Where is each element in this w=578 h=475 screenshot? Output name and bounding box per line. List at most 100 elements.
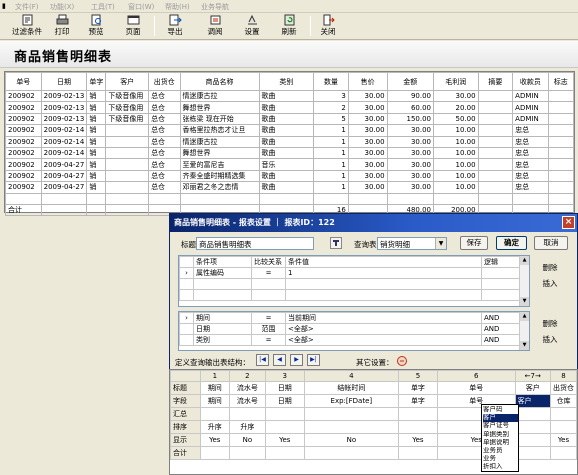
table-row[interactable]: 200902 2009-02-13 销下级音像用 总仓 张栋梁 现在开始 歌曲 5 30.00… — [5, 112, 575, 126]
menu-tools[interactable]: 工具(T) — [91, 2, 115, 12]
structure-cell[interactable]: 单号 — [437, 381, 516, 395]
column-header[interactable]: 金额 — [386, 72, 434, 91]
filter-button[interactable]: 过滤条件 — [10, 14, 44, 39]
delete-button[interactable]: 删除 — [536, 262, 564, 276]
table-row[interactable]: 200902 2009-02-13 销下级音像用 总仓 舞想世界 歌曲 2 30.00 60.0… — [5, 101, 575, 114]
structure-cell[interactable] — [549, 407, 577, 421]
structure-cell[interactable] — [514, 420, 551, 434]
structure-cell[interactable] — [303, 420, 399, 434]
structure-cell[interactable] — [549, 446, 577, 460]
structure-cell[interactable]: 升序 — [229, 420, 266, 434]
customer-field-select[interactable]: 客户 — [514, 394, 551, 408]
structure-cell[interactable]: 客户 — [514, 381, 551, 395]
ok-button[interactable]: 确定 — [496, 236, 527, 250]
first-record-button[interactable]: |◀ — [256, 354, 269, 366]
structure-cell[interactable]: 期间 — [199, 381, 231, 395]
align-button[interactable]: 调阅 — [203, 14, 227, 39]
menu-business-nav[interactable]: 业务导航 — [201, 2, 229, 12]
structure-cell[interactable] — [397, 420, 439, 434]
structure-cell[interactable] — [264, 446, 305, 460]
insert-button[interactable]: 插入 — [536, 278, 564, 292]
scrollbar[interactable]: ▲ ▼ — [519, 256, 529, 306]
column-header[interactable]: 摘要 — [477, 72, 514, 91]
menu-window[interactable]: 窗口(W) — [128, 2, 154, 12]
next-record-button[interactable]: ▶ — [290, 354, 303, 366]
dropdown-option[interactable]: 单据类别 — [483, 431, 518, 439]
delete-button-2[interactable]: 删除 — [536, 318, 564, 332]
column-header[interactable]: 类别 — [258, 72, 315, 91]
structure-cell[interactable]: 期间 — [199, 394, 231, 408]
query-table-select[interactable]: 销货明细 ▼ — [377, 237, 447, 250]
refresh-button[interactable]: 刷新 — [277, 14, 301, 39]
structure-cell[interactable] — [303, 446, 399, 460]
condition-row[interactable]: 日期 范围 <全部> AND — [179, 323, 522, 335]
structure-cell[interactable] — [199, 446, 231, 460]
query-lookup-icon[interactable] — [330, 237, 342, 249]
field-dropdown-list[interactable]: 客户码 客户 客户证号 单据类别 单据说明 业务员 业务 折扣入 — [481, 404, 519, 472]
structure-cell[interactable] — [549, 420, 577, 434]
structure-cell[interactable]: Yes — [549, 433, 577, 447]
column-number[interactable]: 6 — [437, 370, 516, 382]
other-settings-icon[interactable] — [396, 355, 408, 367]
structure-cell[interactable] — [303, 407, 399, 421]
dropdown-option[interactable]: 折扣入 — [483, 463, 518, 471]
column-number[interactable]: 5 — [397, 370, 439, 382]
structure-cell[interactable]: 结帐时间 — [303, 381, 399, 395]
settings-button[interactable]: 设置 — [240, 14, 264, 39]
structure-cell[interactable]: 出货仓 — [549, 381, 577, 395]
report-grid[interactable]: 单号 日期 单字 客户 出货仓 商品名称 类别 数量 售价 金额 毛利润 摘要 收款员 标志 200902… — [4, 71, 575, 217]
structure-row[interactable]: 标题 期间 流水号 日期 结帐时间 单字 单号 客户 出货仓 — [170, 381, 577, 395]
table-row[interactable]: 200902 2009-02-14 销总仓 情迷康古拉 歌曲 1 30.00 30.00 10.… — [5, 135, 575, 148]
column-header[interactable]: 数量 — [313, 72, 349, 91]
structure-cell[interactable]: No — [229, 433, 266, 447]
table-row[interactable]: 200902 2009-04-27 销总仓 至爱的富尼吉 音乐 1 30.00 30.00 10… — [5, 158, 575, 171]
menu-function[interactable]: 功能(X) — [50, 2, 74, 12]
column-header[interactable]: 单号 — [5, 72, 42, 91]
export-button[interactable]: 导出 — [163, 14, 187, 39]
table-row[interactable]: 200902 2009-04-27 销总仓 邓丽君之冬之恋情 歌曲 1 30.00 30.00… — [5, 181, 575, 194]
column-header[interactable]: 毛利润 — [432, 72, 479, 91]
table-row[interactable]: 200902 2009-02-14 销总仓 舞想世界 歌曲 1 30.00 30.00 10.0… — [5, 146, 575, 160]
structure-cell[interactable] — [199, 407, 231, 421]
prev-record-button[interactable]: ◀ — [273, 354, 286, 366]
structure-cell[interactable] — [397, 407, 439, 421]
column-number[interactable]: 4 — [303, 370, 399, 382]
preview-button[interactable]: 预览 — [84, 14, 108, 39]
last-record-button[interactable]: ▶| — [307, 354, 320, 366]
dropdown-option[interactable]: 业务 — [483, 455, 518, 463]
cancel-button[interactable]: 取消 — [534, 236, 568, 250]
close-button[interactable]: 关闭 — [316, 14, 340, 39]
column-header[interactable]: 收款员 — [512, 72, 549, 91]
column-number[interactable]: 8 — [549, 370, 577, 382]
menu-file[interactable]: 文件(F) — [15, 2, 39, 12]
structure-cell[interactable]: Yes — [199, 433, 231, 447]
save-button[interactable]: 保存 — [460, 236, 488, 250]
table-row[interactable]: 200902 2009-04-27 销总仓 齐秦全盛时期精选集 歌曲 1 30.00 30.0… — [5, 169, 575, 183]
column-header[interactable]: 标志 — [547, 72, 575, 91]
table-row[interactable]: 200902 2009-02-14 销总仓 香格里拉热恋才让旦 歌曲 1 30.00 30.0… — [5, 124, 575, 137]
column-number[interactable]: 1 — [199, 370, 231, 382]
condition-table-2[interactable]: › 期间 = 当前期间 AND 日期 范围 <全部> AND 类别 = <全部> AND ▲ ▼ — [178, 311, 530, 351]
scroll-down-icon[interactable]: ▼ — [520, 297, 529, 306]
structure-cell[interactable]: Yes — [264, 433, 305, 447]
structure-cell[interactable] — [514, 407, 551, 421]
structure-cell[interactable]: 流水号 — [229, 394, 266, 408]
column-number[interactable]: 3 — [264, 370, 305, 382]
scroll-down-icon[interactable]: ▼ — [520, 341, 529, 350]
condition-table-1[interactable]: 条件项 比较关系 条件值 逻辑 › 属性编码 = 1 ▲ ▼ — [178, 255, 530, 307]
column-number[interactable]: ←7→ — [514, 370, 551, 382]
structure-cell[interactable]: 仓库 — [549, 394, 577, 408]
column-header[interactable]: 出货仓 — [148, 72, 181, 91]
dialog-close-button[interactable]: × — [562, 216, 575, 229]
column-header[interactable]: 单字 — [86, 72, 107, 91]
condition-row[interactable]: › 期间 = 当前期间 AND — [179, 312, 522, 324]
dropdown-option[interactable]: 客户证号 — [483, 422, 518, 430]
structure-cell[interactable]: 单字 — [397, 394, 439, 408]
structure-cell[interactable] — [514, 433, 551, 447]
structure-cell[interactable] — [514, 446, 551, 460]
structure-cell[interactable] — [397, 446, 439, 460]
scroll-up-icon[interactable]: ▲ — [520, 312, 529, 321]
column-header[interactable]: 日期 — [40, 72, 88, 91]
table-row[interactable]: 200902 2009-02-13 销下级音像用 总仓 情迷康古拉 歌曲 3 30.00 90.… — [5, 89, 575, 103]
structure-cell[interactable] — [264, 420, 305, 434]
